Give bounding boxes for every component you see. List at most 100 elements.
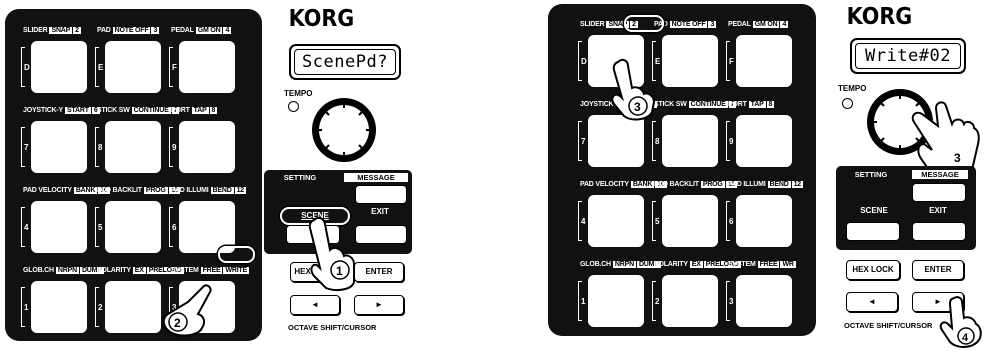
pad-label-text: PAD ILLUMI [728,181,766,188]
right-callout-3a: 3 [634,100,641,114]
pad-button[interactable] [588,195,644,247]
pad-bracket-letter: 5 [655,217,660,226]
pad-label: GLOB.CH NRPN DUMP [23,267,104,274]
left-cursor-left-button[interactable]: ◄ [290,295,340,315]
pad-label-number: 12 [791,181,803,188]
pad-label-text: LCD BACKLIT [97,187,142,194]
pad-label-number: 3 [708,21,717,28]
pad-button[interactable] [588,275,644,327]
pad-label-text: POLARITY [97,267,131,274]
pad-bracket-letter: 4 [24,223,29,232]
pad-button[interactable] [105,41,161,93]
pad-label: GLOB.CH NRPN DUMP [580,261,661,268]
pad-button[interactable] [736,35,792,87]
pad-label-value: START [65,107,91,114]
pad-label-value: EX [689,261,703,268]
pad-button[interactable] [736,275,792,327]
right-snap-highlight [624,15,664,32]
pad-label-text: GLOB.CH [23,267,54,274]
left-lcd-display: ScenePd? [289,44,401,80]
pad-label-text: PAD [97,27,111,34]
pad-label-value: CONTINUE [131,107,171,114]
right-lcd-text: Write#02 [855,43,961,69]
left-message-button[interactable] [355,185,407,204]
pad-label: PAD ILLUMI BEND 12 [171,187,246,194]
pad-button[interactable] [662,195,718,247]
right-enter-button[interactable]: ENTER [912,260,964,280]
right-korg-logo: KORG [846,4,913,30]
pad-bracket-letter: 4 [581,217,586,226]
pad-label: LCD BACKLIT PROG 11 [97,187,180,194]
right-callout-4: 4 [962,332,969,344]
pad-bracket-letter: D [24,63,30,72]
pad-label-number: 2 [73,27,81,34]
pad-label: PEDAL GM ON 4 [171,27,232,34]
pad-button[interactable] [179,121,235,173]
pad-label: PEDAL GM ON 4 [728,21,789,28]
left-value-dial[interactable] [304,96,384,164]
pad-label: STICK SW CONTINUE 7 [97,107,180,114]
right-lcd-display: Write#02 [850,38,966,74]
pad-label-text: PORT [728,101,747,108]
pad-button[interactable] [179,41,235,93]
right-hex-lock-button[interactable]: HEX LOCK [846,260,900,280]
pad-button[interactable] [31,121,87,173]
pad-button[interactable] [31,281,87,333]
pad-label: LCD BACKLIT PROG 11 [654,181,737,188]
pad-label-value: SNAP [49,27,73,34]
pad-label-value: PROG [700,181,725,188]
pad-button[interactable] [31,41,87,93]
left-write-highlight [218,246,255,263]
pad-button[interactable] [31,201,87,253]
pad-label-value: BANK [73,187,98,194]
pad-label-value: NRPN [55,267,79,274]
pad-button[interactable] [105,121,161,173]
pad-button[interactable] [736,115,792,167]
pad-bracket-letter: F [729,57,734,66]
pad-label: SYSTEM FREE WR [728,261,796,268]
pad-label: PORT TAP 8 [171,107,218,114]
pad-label-value: TAP [748,101,766,108]
pad-button[interactable] [736,195,792,247]
pad-label-number: 4 [780,21,789,28]
pad-label-value: FREE [200,267,223,274]
right-hand-cursor-icon: 4 [939,296,982,348]
left-hand-pointer-2-icon: 2 [162,284,212,337]
right-octave-label: OCTAVE SHIFT/CURSOR [844,321,933,330]
right-message-header: MESSAGE [912,170,968,179]
right-hand-pad-icon: 3 [611,58,656,121]
pad-label-text: SLIDER [23,27,48,34]
pad-label-text: POLARITY [654,261,688,268]
pad-label-number: WR [780,261,796,268]
right-scene-button[interactable] [846,222,900,241]
pad-bracket-letter: 8 [655,137,660,146]
pad-button[interactable] [105,201,161,253]
pad-bracket-letter: 7 [581,137,586,146]
pad-button[interactable] [105,281,161,333]
pad-label-text: PEDAL [171,27,194,34]
pad-label: PAD ILLUMI BEND 12 [728,181,803,188]
pad-bracket-letter: E [98,63,104,72]
pad-label-number: WRITE [223,267,250,274]
pad-bracket-letter: F [172,63,177,72]
left-korg-logo: KORG [288,6,355,32]
pad-label: PORT TAP 8 [728,101,775,108]
pad-label-value: GM ON [195,27,223,34]
pad-label-number: 8 [209,107,218,114]
pad-bracket-letter: 1 [24,303,29,312]
pad-bracket-letter: 5 [98,223,103,232]
right-exit-label: EXIT [929,206,947,215]
pad-label-value: BEND [767,181,791,188]
left-cursor-right-button[interactable]: ► [354,295,404,315]
pad-label-value: TAP [191,107,209,114]
pad-button[interactable] [662,115,718,167]
right-cursor-left-button[interactable]: ◄ [846,292,898,312]
pad-button[interactable] [662,275,718,327]
right-exit-button[interactable] [912,222,966,241]
pad-label-text: PAD ILLUMI [171,187,209,194]
right-message-button[interactable] [912,183,966,202]
pad-label-text: PAD VELOCITY [580,181,629,188]
pad-button[interactable] [662,35,718,87]
pad-button[interactable] [588,115,644,167]
pad-label-value: BEND [210,187,234,194]
